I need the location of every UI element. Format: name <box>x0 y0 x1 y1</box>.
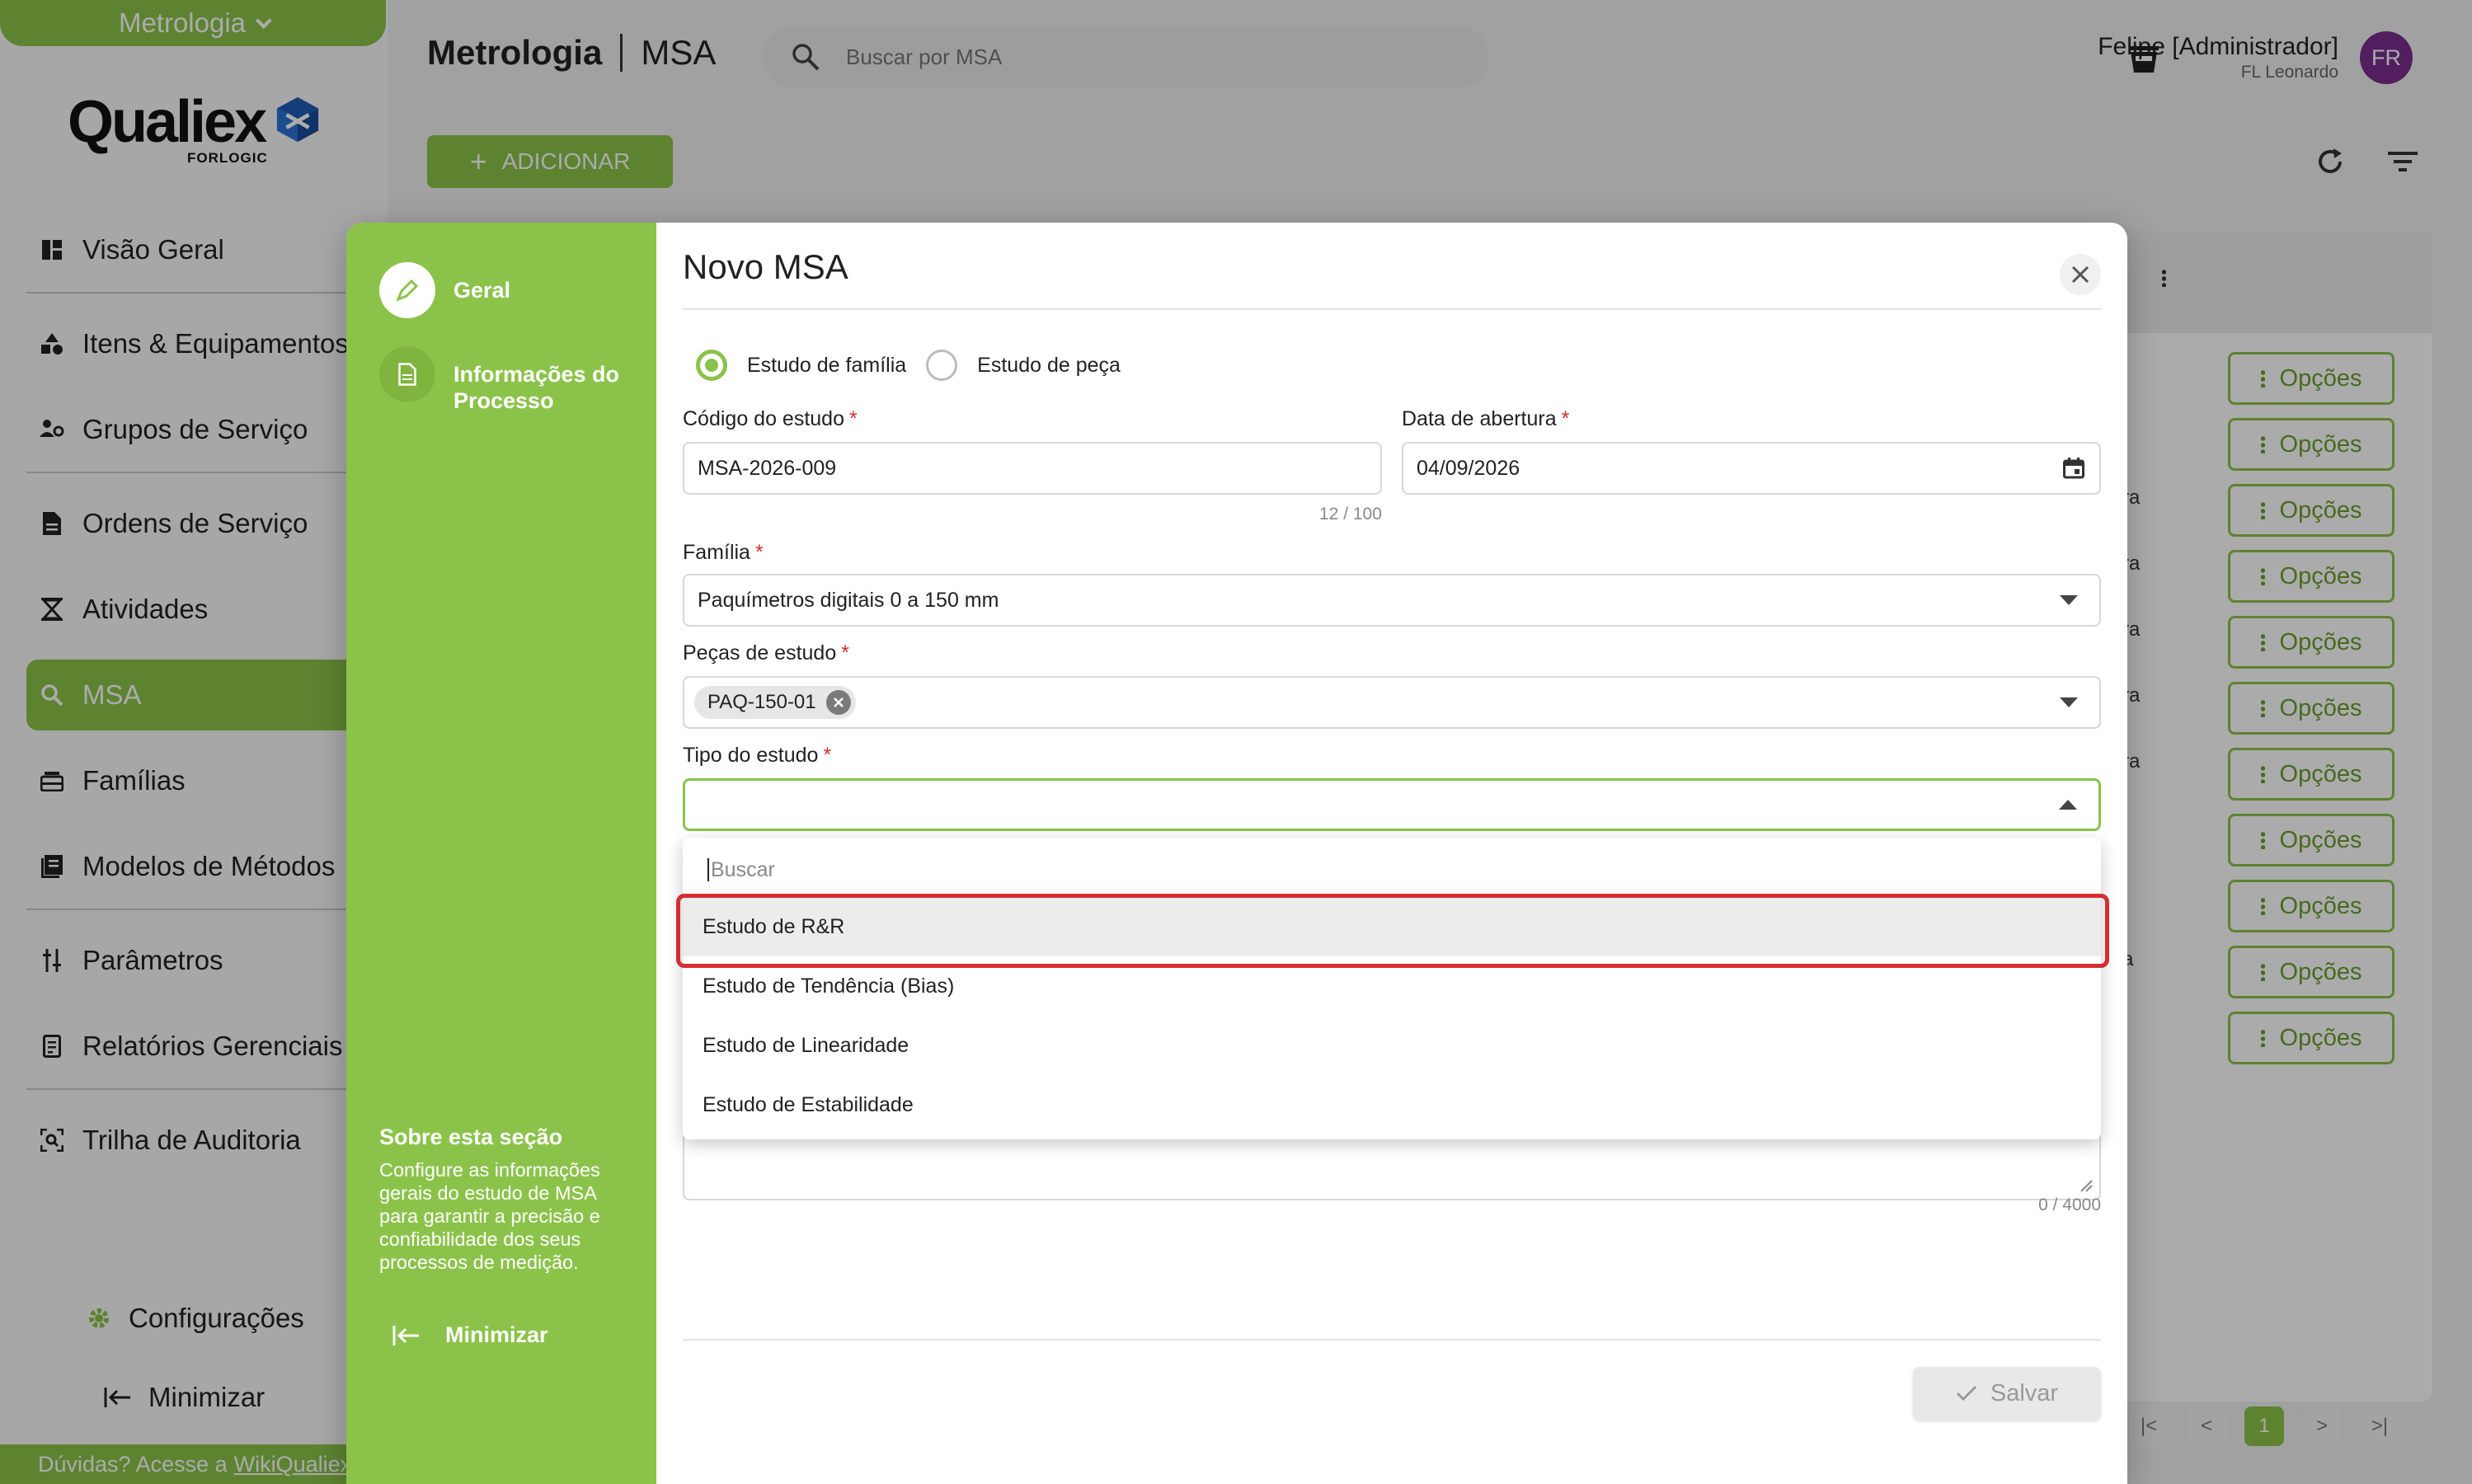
option-estudo-estabilidade[interactable]: Estudo de Estabilidade <box>683 1075 2101 1134</box>
type-dropdown: Buscar Estudo de R&R Estudo de Tendência… <box>683 838 2101 1139</box>
step-geral[interactable]: Geral <box>379 262 635 318</box>
code-counter: 12 / 100 <box>1319 505 1382 524</box>
step-informacoes-processo[interactable]: Informações do Processo <box>379 346 635 414</box>
type-select[interactable] <box>683 778 2101 831</box>
pieces-label: Peças de estudo * <box>683 641 849 665</box>
chevron-down-icon <box>2060 697 2078 707</box>
radio-estudo-familia[interactable] <box>696 350 727 381</box>
study-scope-radio-group: Estudo de família Estudo de peça <box>696 350 1121 381</box>
modal-content: Novo MSA Estudo de família Estudo de peç… <box>676 223 2109 1484</box>
chevron-down-icon <box>2060 595 2078 605</box>
chevron-up-icon <box>2059 800 2077 810</box>
description-counter: 0 / 4000 <box>2038 1195 2101 1214</box>
option-estudo-tendencia[interactable]: Estudo de Tendência (Bias) <box>683 956 2101 1016</box>
steps-panel: Geral Informações do Processo Sobre esta… <box>346 223 656 1484</box>
option-estudo-rr[interactable]: Estudo de R&R <box>683 897 2101 956</box>
piece-chip: PAQ-150-01 <box>694 686 856 719</box>
resize-handle-icon[interactable] <box>2080 1179 2093 1192</box>
close-icon <box>2071 265 2089 284</box>
option-estudo-linearidade[interactable]: Estudo de Linearidade <box>683 1016 2101 1075</box>
calendar-icon[interactable] <box>2063 458 2084 479</box>
pencil-icon <box>379 262 435 318</box>
type-label: Tipo do estudo * <box>683 744 832 767</box>
family-label: Família * <box>683 541 764 564</box>
divider <box>683 1339 2101 1341</box>
document-icon <box>379 346 435 402</box>
description-textarea[interactable] <box>683 1129 2101 1200</box>
save-button[interactable]: Salvar <box>1913 1367 2101 1420</box>
pieces-select[interactable]: PAQ-150-01 <box>683 676 2101 729</box>
dropdown-search-input[interactable]: Buscar <box>707 849 775 890</box>
section-help: Sobre esta seção Configure as informaçõe… <box>379 1125 600 1273</box>
radio-estudo-peca[interactable] <box>926 350 958 381</box>
family-select[interactable]: Paquímetros digitais 0 a 150 mm <box>683 574 2101 627</box>
close-button[interactable] <box>2060 254 2101 295</box>
modal-title: Novo MSA <box>683 247 848 286</box>
date-field[interactable]: 04/09/2026 <box>1402 442 2101 495</box>
divider <box>683 308 2101 310</box>
check-icon <box>1956 1385 1976 1402</box>
modal-minimize-button[interactable]: Minimizar <box>392 1322 548 1348</box>
code-label: Código do estudo * <box>683 407 858 430</box>
date-label: Data de abertura * <box>1402 407 1570 430</box>
chip-remove-icon[interactable] <box>825 690 851 715</box>
collapse-left-icon <box>392 1325 419 1345</box>
new-msa-modal: Geral Informações do Processo Sobre esta… <box>346 223 2127 1484</box>
code-field[interactable]: MSA-2026-009 <box>683 442 1382 495</box>
